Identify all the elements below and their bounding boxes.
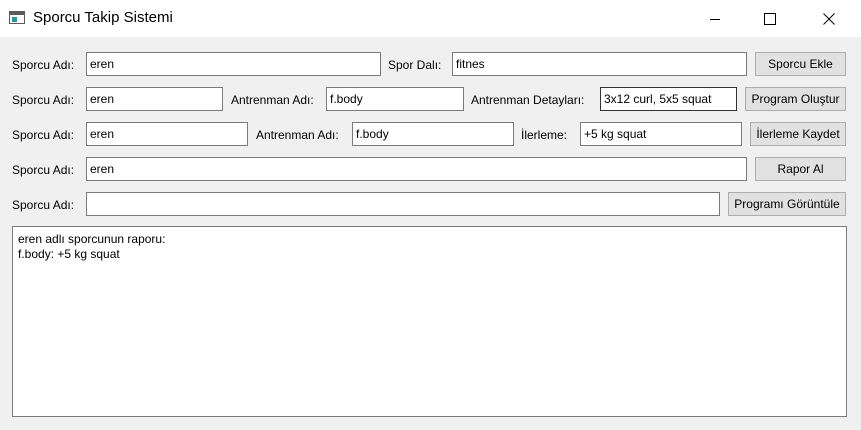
athlete-name-label: Sporcu Adı: <box>12 198 75 212</box>
maximize-button[interactable] <box>747 0 793 37</box>
sport-label: Spor Dalı: <box>388 58 442 72</box>
minimize-icon <box>710 18 720 20</box>
close-button[interactable] <box>806 0 852 37</box>
athlete-name-label: Sporcu Adı: <box>12 93 75 107</box>
get-report-button[interactable]: Rapor Al <box>755 157 846 181</box>
window-title: Sporcu Takip Sistemi <box>33 9 173 26</box>
training-name-input[interactable]: f.body <box>352 122 514 146</box>
training-name-input[interactable]: f.body <box>326 87 464 111</box>
progress-input[interactable]: +5 kg squat <box>580 122 742 146</box>
athlete-name-input[interactable]: eren <box>86 157 747 181</box>
app-window-icon <box>9 11 25 24</box>
progress-label: İlerleme: <box>521 128 568 142</box>
add-athlete-button[interactable]: Sporcu Ekle <box>755 52 846 76</box>
maximize-icon <box>764 12 776 25</box>
title-bar: Sporcu Takip Sistemi <box>0 0 861 37</box>
athlete-name-label: Sporcu Adı: <box>12 163 75 177</box>
close-icon <box>823 12 835 25</box>
athlete-name-input[interactable]: eren <box>86 52 381 76</box>
training-details-label: Antrenman Detayları: <box>471 93 585 107</box>
sport-input[interactable]: fitnes <box>452 52 747 76</box>
athlete-name-label: Sporcu Adı: <box>12 58 75 72</box>
save-progress-button[interactable]: İlerleme Kaydet <box>750 122 846 146</box>
view-program-button[interactable]: Programı Görüntüle <box>728 192 846 216</box>
training-name-label: Antrenman Adı: <box>231 93 314 107</box>
training-name-label: Antrenman Adı: <box>256 128 339 142</box>
minimize-button[interactable] <box>692 0 738 37</box>
report-output-textarea[interactable]: eren adlı sporcunun raporu: f.body: +5 k… <box>12 226 847 417</box>
athlete-name-input[interactable]: eren <box>86 122 248 146</box>
athlete-name-label: Sporcu Adı: <box>12 128 75 142</box>
create-program-button[interactable]: Program Oluştur <box>745 87 846 111</box>
output-line: eren adlı sporcunun raporu: <box>18 232 166 246</box>
athlete-name-input[interactable]: eren <box>86 87 223 111</box>
output-line: f.body: +5 kg squat <box>18 247 120 261</box>
training-details-input[interactable]: 3x12 curl, 5x5 squat <box>600 87 737 111</box>
athlete-name-input[interactable] <box>86 192 720 216</box>
